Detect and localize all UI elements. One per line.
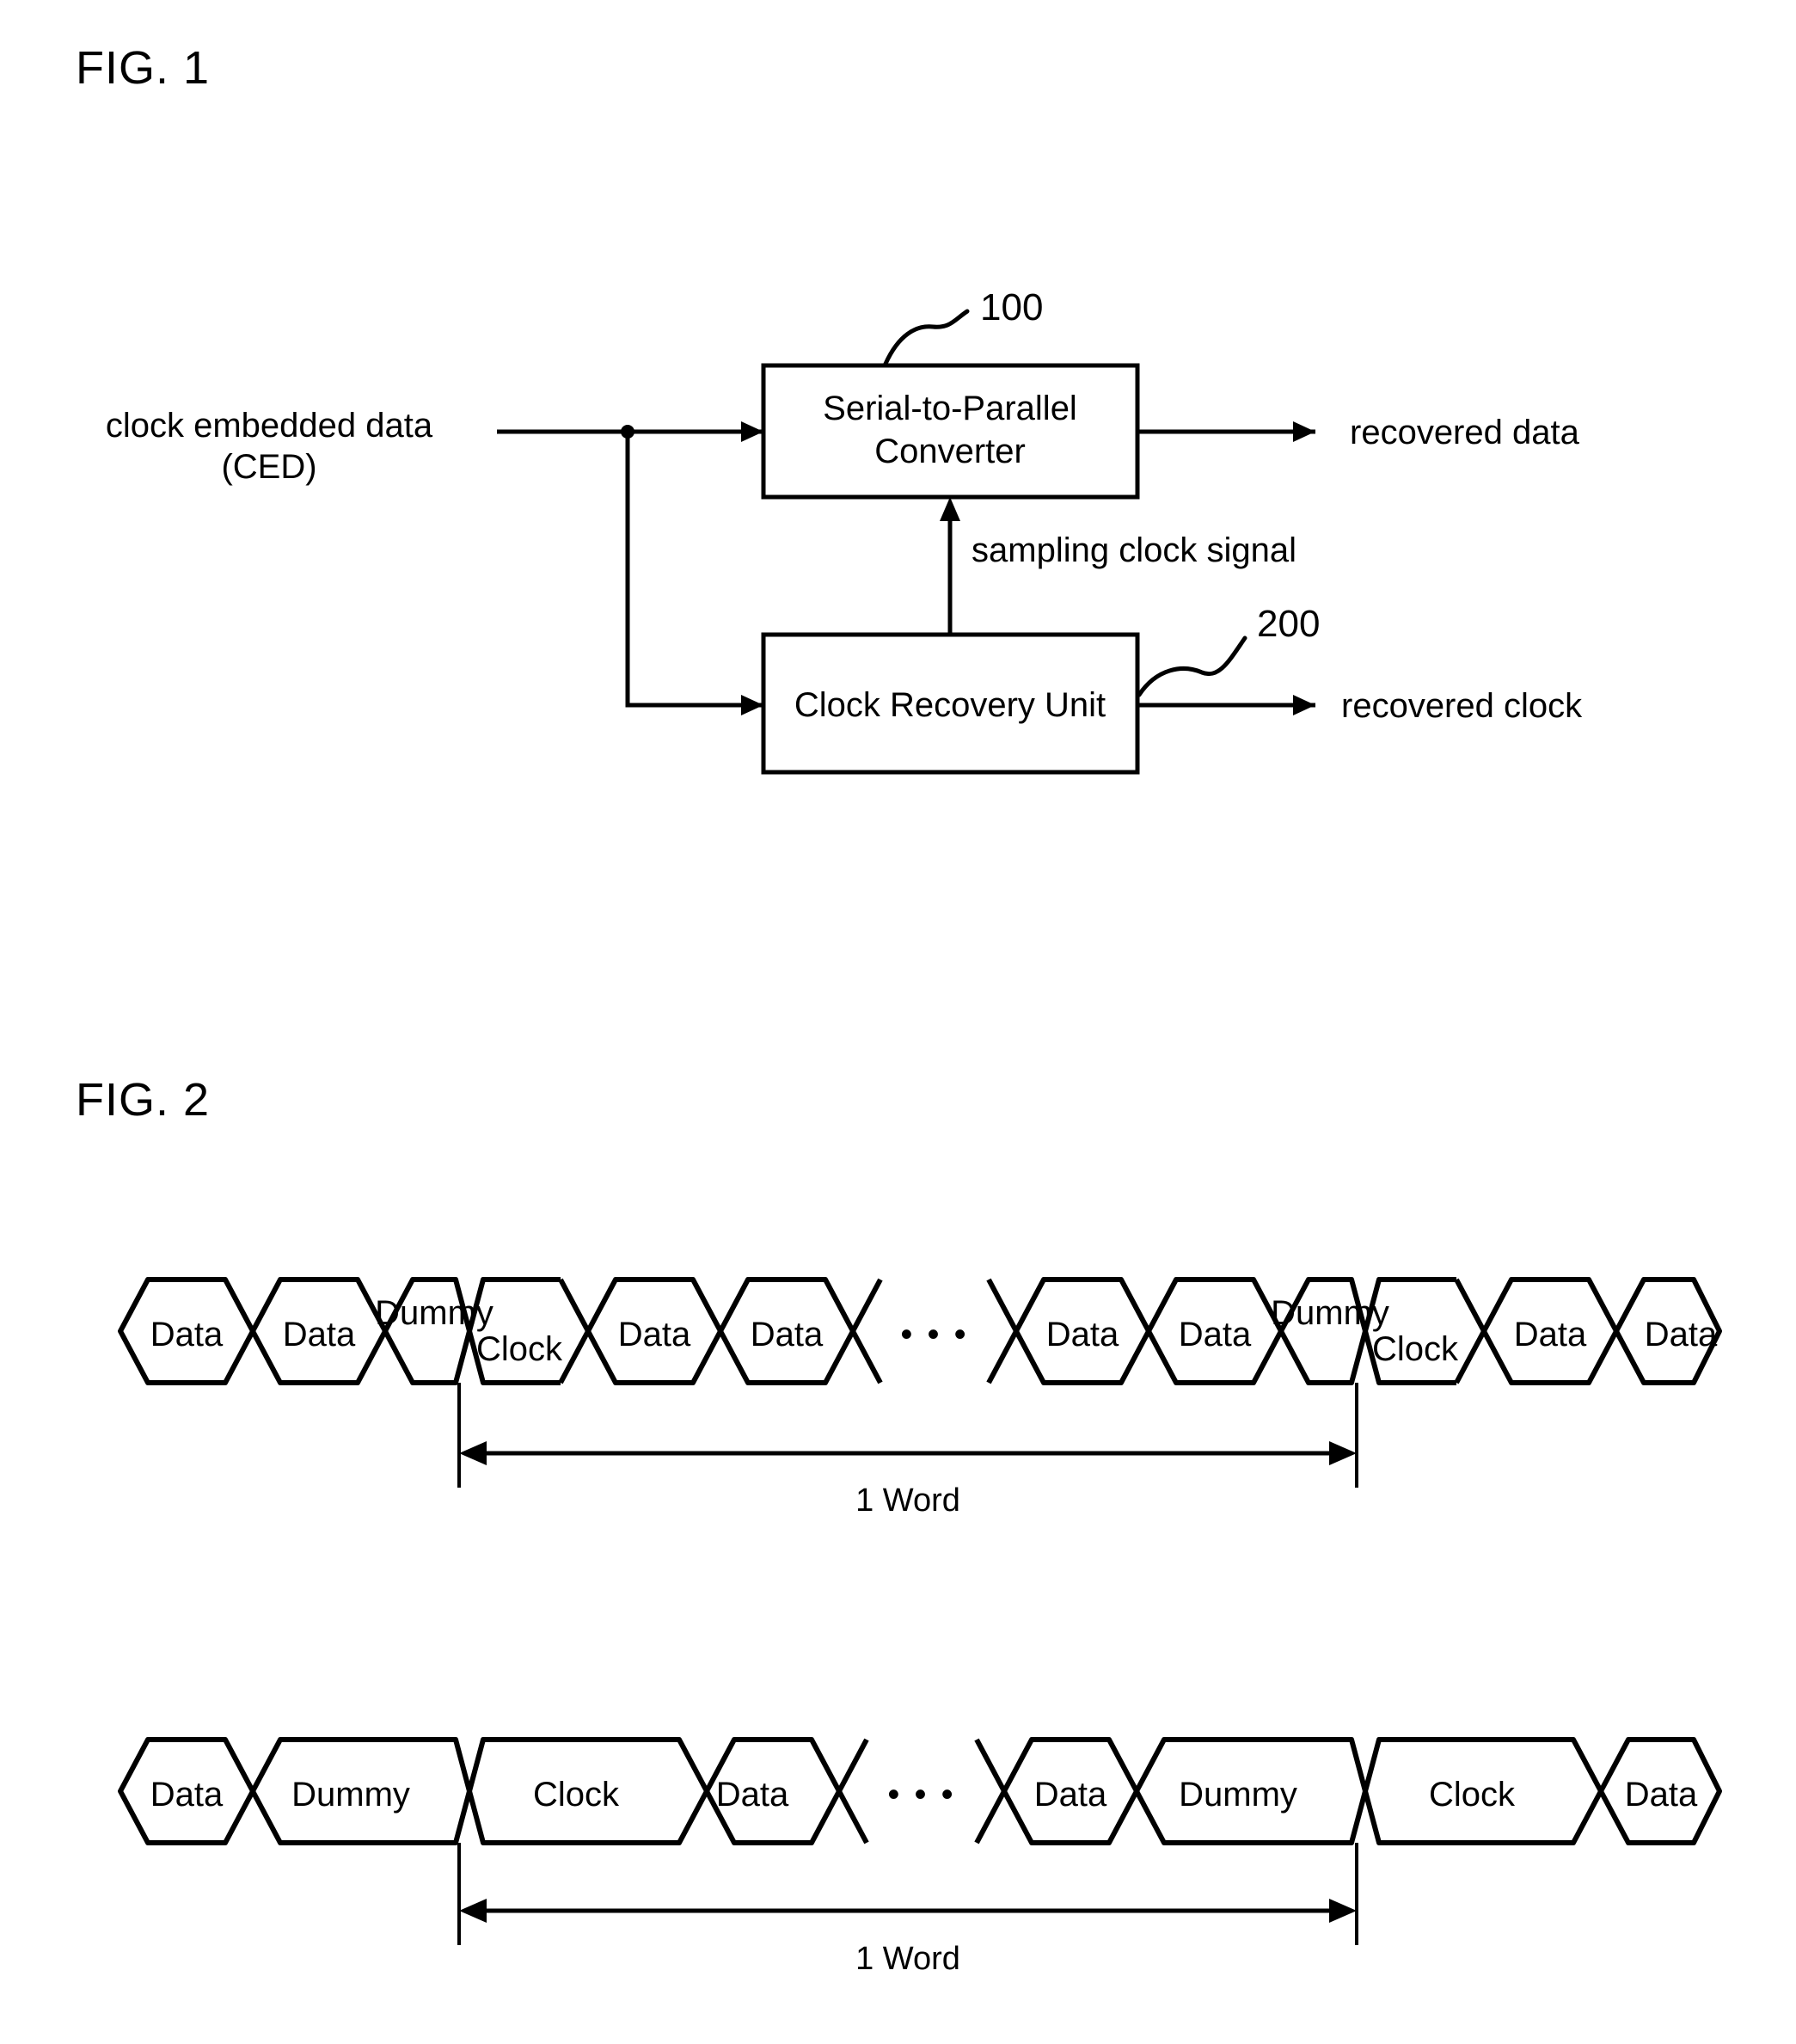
figure-1-diagram: Serial-to-Parallel Converter 100 Clock R… xyxy=(106,286,1583,775)
figure-2-title: FIG. 2 xyxy=(76,1074,211,1126)
word-span-arrowhead-left xyxy=(459,1441,487,1465)
bus-open-edge xyxy=(986,1329,1019,1384)
waveform-cell-label: Clock xyxy=(533,1776,620,1814)
waveform-cell-label: Clock xyxy=(1372,1330,1459,1368)
figure-vector-layer: Serial-to-Parallel Converter 100 Clock R… xyxy=(106,286,1722,1977)
ced-label-line2: (CED) xyxy=(221,448,316,486)
bus-open-edge xyxy=(850,1329,883,1384)
ced-branch-wire-to-cru xyxy=(625,432,763,708)
ref-100-leader-line xyxy=(883,309,970,366)
ced-to-stp-arrowhead xyxy=(741,421,763,442)
ced-label-line1: clock embedded data xyxy=(106,407,433,445)
recovered-data-label: recovered data xyxy=(1350,414,1580,451)
waveform-ellipsis: • • • xyxy=(887,1776,955,1814)
ref-numeral-100: 100 xyxy=(980,286,1043,328)
waveform-cell-label: Clock xyxy=(1429,1776,1516,1814)
waveform-cell-label: Data xyxy=(751,1316,824,1353)
ced-branch-junction-dot xyxy=(621,425,634,439)
figure-2-waveform-bottom: Data Dummy Clock Data • • • Data Dummy C… xyxy=(118,1737,1722,1977)
ref-200-leader-line xyxy=(1137,635,1247,697)
cru-label-line1: Clock Recovery Unit xyxy=(794,686,1106,724)
bus-open-edge xyxy=(850,1278,883,1333)
word-span-label: 1 Word xyxy=(855,1941,960,1977)
clock-cell-right-edge xyxy=(1454,1278,1487,1384)
bus-open-edge xyxy=(837,1789,869,1845)
ref-numeral-200: 200 xyxy=(1257,603,1320,645)
stp-label-line2: Converter xyxy=(874,433,1026,470)
waveform-cell-label: Data xyxy=(283,1316,356,1353)
recovered-clock-arrowhead xyxy=(1293,695,1315,715)
waveform-cell-label: Data xyxy=(1514,1316,1587,1353)
waveform-cell-label: Data xyxy=(1179,1316,1252,1353)
bus-open-edge xyxy=(974,1738,1007,1793)
figure-2-waveform-top: Data Data Dummy Clock Data Data • • • Da… xyxy=(118,1277,1722,1519)
word-span-label: 1 Word xyxy=(855,1482,960,1519)
sampling-clock-signal-label: sampling clock signal xyxy=(972,531,1296,569)
waveform-cell-label: Dummy xyxy=(291,1776,410,1814)
waveform-cell-label: Data xyxy=(1645,1316,1718,1353)
clock-cell-right-edge xyxy=(558,1278,592,1384)
recovered-data-arrowhead xyxy=(1293,421,1315,442)
waveform-cell-label: Data xyxy=(716,1776,789,1814)
stp-label-line1: Serial-to-Parallel xyxy=(823,390,1077,427)
waveform-cell-label: Dummy xyxy=(1179,1776,1297,1814)
patent-figure-sheet: FIG. 1 FIG. 2 Serial-to-Parallel Convert… xyxy=(0,0,1796,2044)
waveform-cell-label: Clock xyxy=(476,1330,563,1368)
bus-open-edge xyxy=(837,1738,869,1793)
waveform-cell-label: Data xyxy=(150,1316,224,1353)
sampling-clock-arrowhead xyxy=(940,497,960,521)
bus-open-edge xyxy=(986,1278,1019,1333)
bus-open-edge xyxy=(974,1789,1007,1845)
word-span-arrowhead-right xyxy=(1329,1441,1357,1465)
figure-1-title: FIG. 1 xyxy=(76,42,211,94)
waveform-ellipsis: • • • xyxy=(900,1316,968,1353)
waveform-cell-label: Data xyxy=(1034,1776,1107,1814)
recovered-clock-label: recovered clock xyxy=(1341,687,1583,725)
ced-to-cru-arrowhead xyxy=(741,695,763,715)
word-span-arrowhead-right xyxy=(1329,1899,1357,1923)
serial-to-parallel-converter-block xyxy=(761,363,1140,500)
waveform-cell-label: Data xyxy=(618,1316,691,1353)
waveform-cell-label: Dummy xyxy=(1271,1294,1389,1332)
waveform-cell-label: Data xyxy=(150,1776,224,1814)
waveform-cell-label: Data xyxy=(1046,1316,1119,1353)
waveform-cell-label: Dummy xyxy=(375,1294,493,1332)
waveform-cell-label: Data xyxy=(1625,1776,1698,1814)
word-span-arrowhead-left xyxy=(459,1899,487,1923)
